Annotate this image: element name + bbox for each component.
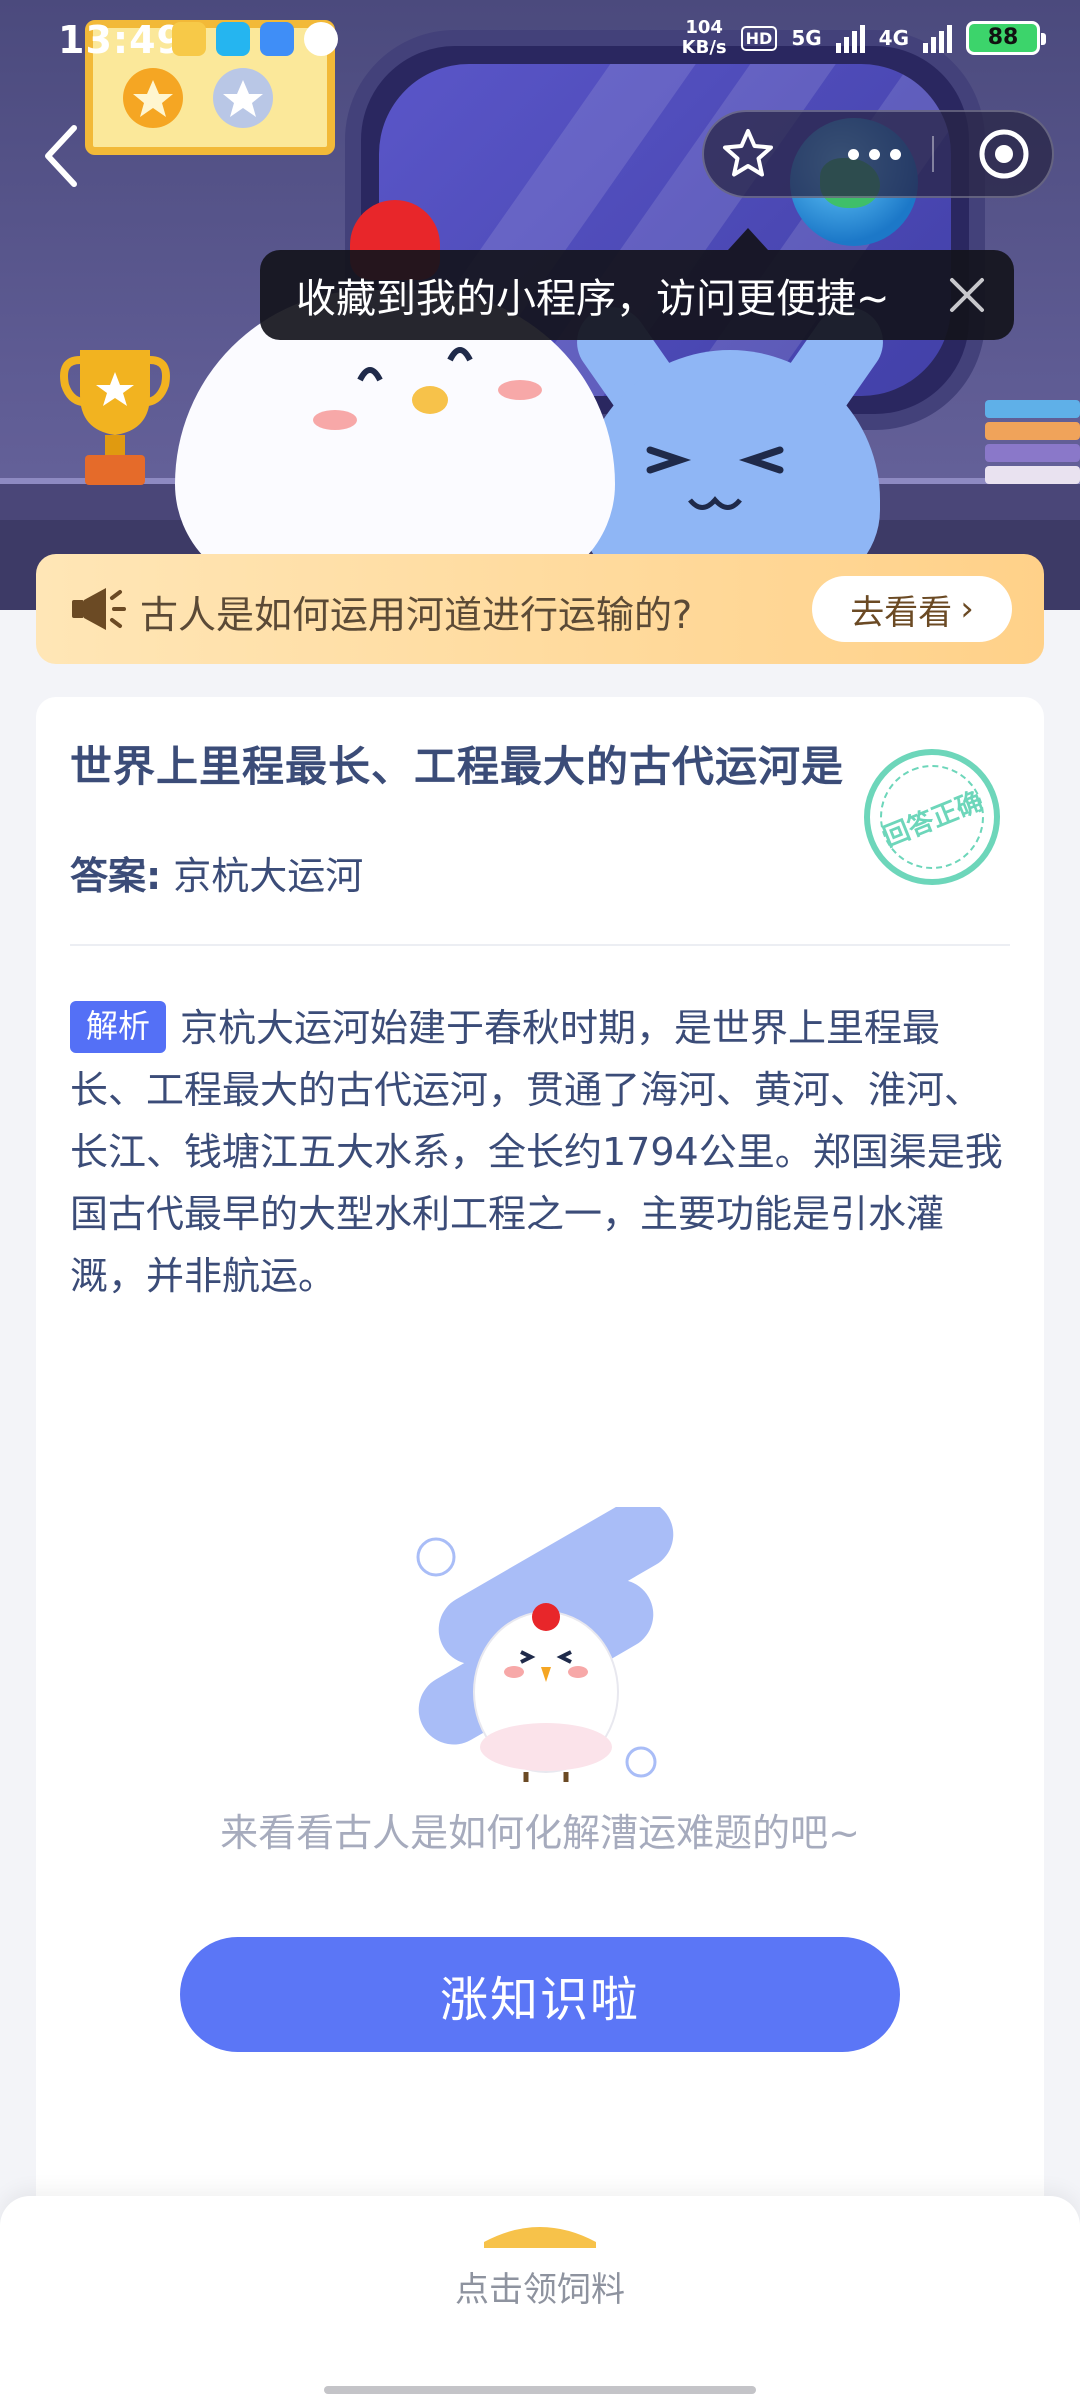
more-button[interactable] [814, 112, 934, 196]
back-arrow-icon [45, 125, 77, 187]
analysis-text: 京杭大运河始建于春秋时期，是世界上里程最长、工程最大的古代运河，贯通了海河、黄河… [70, 1006, 1003, 1298]
status-bar: 13:49 104 KB/s HD 5G 4G 88 [0, 0, 1080, 80]
correct-stamp: 回答正确 [843, 728, 1021, 906]
message-icon [304, 22, 338, 56]
answer-label: 答案: [70, 854, 162, 898]
capsule-divider [932, 136, 934, 172]
home-indicator[interactable] [324, 2386, 756, 2394]
feed-drawer[interactable]: 点击领饲料 [0, 2196, 1080, 2400]
go-see-label: 去看看 [850, 592, 953, 633]
send-app-icon [260, 22, 294, 56]
more-dots-icon [847, 148, 859, 160]
miniprogram-capsule [702, 110, 1054, 198]
signal-4g-label: 4G [878, 26, 909, 50]
chick-illustration [416, 1507, 674, 1782]
hint-text: 来看看古人是如何化解漕运难题的吧~ [220, 1811, 860, 1855]
chevron-right-icon: › [960, 589, 974, 629]
answer-card: 世界上里程最长、工程最大的古代运河是 回答正确 答案: 京杭大运河 解析 京杭大运… [36, 697, 1044, 2217]
answer-line: 答案: 京杭大运河 [70, 845, 363, 900]
close-miniprogram-button[interactable] [952, 112, 1056, 196]
signal-bars-icon [835, 23, 865, 53]
books-decoration [985, 400, 1080, 490]
signal-bars-icon [923, 23, 952, 53]
topic-banner[interactable]: 古人是如何运用河道进行运输的? 去看看 › [36, 554, 1044, 664]
hd-badge: HD [740, 25, 778, 51]
target-icon [979, 129, 1029, 179]
trophy-icon [60, 350, 170, 485]
signal-5g-label: 5G [791, 26, 822, 50]
favorite-button[interactable] [704, 112, 792, 196]
feed-label: 点击领饲料 [455, 2270, 625, 2310]
star-icon [723, 129, 773, 177]
learn-more-button[interactable]: 涨知识啦 [180, 1937, 900, 2052]
feed-bowl-icon [484, 2227, 596, 2248]
status-time: 13:49 [58, 18, 184, 62]
question-title: 世界上里程最长、工程最大的古代运河是 [70, 742, 845, 791]
status-right: 104 KB/s HD 5G 4G 88 [681, 17, 1046, 58]
back-button[interactable] [30, 118, 90, 194]
battery-indicator: 88 [966, 21, 1046, 55]
banner-text: 古人是如何运用河道进行运输的? [140, 593, 693, 637]
go-see-button[interactable]: 去看看 › [812, 576, 1012, 642]
app-store-icon [216, 22, 250, 56]
megaphone-icon [72, 588, 126, 630]
analysis-block: 解析 京杭大运河始建于春秋时期，是世界上里程最长、工程最大的古代运河，贯通了海河、… [70, 997, 1015, 1307]
tooltip-close-button[interactable] [942, 270, 992, 320]
network-speed: 104 KB/s [681, 17, 727, 58]
add-to-miniprogram-tooltip: 收藏到我的小程序，访问更便捷~ [260, 228, 1014, 340]
analysis-tag: 解析 [70, 1001, 167, 1053]
close-icon [950, 278, 984, 312]
notification-icons [172, 22, 338, 56]
tooltip-text: 收藏到我的小程序，访问更便捷~ [296, 276, 890, 322]
answer-value: 京杭大运河 [173, 854, 364, 898]
divider [70, 944, 1010, 946]
meituan-app-icon [172, 22, 206, 56]
hero-banner: 13:49 104 KB/s HD 5G 4G 88 收藏到我的小程序，访问更便… [0, 0, 1080, 610]
